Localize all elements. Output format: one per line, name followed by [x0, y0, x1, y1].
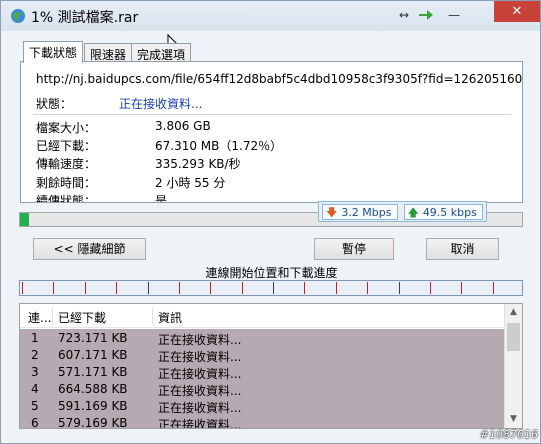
segment-marker: [461, 282, 462, 294]
row-number: 3: [31, 365, 39, 379]
connections-caption: 連線開始位置和下載進度: [205, 266, 338, 280]
download-speed-value: 3.2 Mbps: [341, 205, 392, 219]
segment-marker: [273, 282, 274, 294]
row-downloaded: 723.171 KB: [58, 331, 128, 345]
segment-marker: [493, 282, 494, 294]
row-downloaded: 591.169 KB: [58, 399, 128, 413]
row-number: 5: [31, 399, 39, 413]
table-row[interactable]: 4 664.588 KB 正在接收資料...: [20, 380, 504, 398]
separator: [33, 114, 511, 115]
segment-marker: [85, 282, 86, 294]
tab-completion-options[interactable]: 完成選項: [131, 43, 192, 62]
status-value: 正在接收資料...: [119, 97, 203, 111]
scroll-thumb[interactable]: [507, 323, 520, 351]
file-size-label: 檔案大小：: [36, 121, 97, 135]
segment-marker: [210, 282, 211, 294]
column-divider[interactable]: [152, 307, 153, 325]
row-number: 2: [31, 348, 39, 362]
upload-speed-value: 49.5 kbps: [422, 205, 477, 219]
resume-label: 續傳狀態：: [36, 194, 97, 203]
downloaded-label: 已經下載：: [36, 139, 97, 153]
column-header-info[interactable]: 資訊: [158, 309, 182, 326]
status-label: 狀態：: [36, 97, 73, 111]
upload-speed-limit[interactable]: 🡅 49.5 kbps: [403, 203, 483, 220]
progress-fill: [20, 213, 29, 226]
downloaded-value: 67.310 MB（1.72％）: [155, 139, 283, 153]
transfer-rate-value: 335.293 KB/秒: [155, 157, 241, 171]
table-row[interactable]: 2 607.171 KB 正在接收資料...: [20, 346, 504, 364]
close-button[interactable]: ✕: [494, 1, 540, 22]
list-header: 連... 已經下載 資訊: [20, 304, 504, 328]
segment-marker: [399, 282, 400, 294]
column-header-downloaded[interactable]: 已經下載: [58, 309, 106, 326]
segment-marker: [304, 282, 305, 294]
time-left-label: 剩餘時間：: [36, 176, 97, 190]
tab-download-status[interactable]: 下載狀態: [23, 41, 84, 63]
row-number: 1: [31, 331, 39, 345]
segment-marker: [148, 282, 149, 294]
pin-button[interactable]: ↔: [393, 5, 415, 25]
upload-arrow-icon: 🡅: [407, 205, 419, 219]
row-downloaded: 579.169 KB: [58, 416, 128, 429]
window-title: 1% 測試檔案.rar: [31, 10, 139, 26]
details-panel: http://nj.baidupcs.com/file/654ff12d8bab…: [20, 61, 523, 203]
file-size-value: 3.806 GB: [155, 119, 211, 133]
transfer-rate-label: 傳輸速度：: [36, 157, 97, 171]
row-downloaded: 607.171 KB: [58, 348, 128, 362]
column-header-connection[interactable]: 連...: [28, 309, 51, 326]
speed-limiter-widget[interactable]: 🡇 3.2 Mbps 🡅 49.5 kbps: [318, 201, 487, 222]
table-row[interactable]: 5 591.169 KB 正在接收資料...: [20, 397, 504, 415]
row-downloaded: 664.588 KB: [58, 382, 128, 396]
row-downloaded: 571.171 KB: [58, 365, 128, 379]
globe-icon: [11, 9, 25, 23]
scroll-down-icon[interactable]: ▼: [505, 411, 522, 428]
segment-marker: [242, 282, 243, 294]
connection-segments-bar: [19, 280, 523, 296]
table-row[interactable]: 1 723.171 KB 正在接收資料...: [20, 329, 504, 347]
tab-speed-limiter[interactable]: 限速器: [84, 43, 133, 62]
segment-marker: [179, 282, 180, 294]
list-scrollbar[interactable]: ▲ ▼: [504, 304, 522, 428]
download-url: http://nj.baidupcs.com/file/654ff12d8bab…: [36, 72, 523, 86]
download-arrow-icon[interactable]: [418, 8, 434, 22]
segment-marker: [53, 282, 54, 294]
segment-marker: [367, 282, 368, 294]
pause-button[interactable]: 暫停: [314, 238, 394, 260]
list-body: 1 723.171 KB 正在接收資料... 2 607.171 KB 正在接收…: [20, 329, 504, 429]
hide-details-button[interactable]: << 隱藏細節: [33, 238, 146, 260]
time-left-value: 2 小時 55 分: [155, 176, 226, 190]
download-arrow-icon: 🡇: [326, 205, 338, 219]
segment-marker: [430, 282, 431, 294]
download-speed-limit[interactable]: 🡇 3.2 Mbps: [322, 203, 398, 220]
minimize-button[interactable]: —: [443, 5, 465, 25]
title-bar[interactable]: 1% 測試檔案.rar ↔ — ✕: [1, 1, 540, 31]
column-divider[interactable]: [52, 307, 53, 325]
row-info: 正在接收資料...: [158, 418, 242, 429]
row-number: 6: [31, 416, 39, 429]
cancel-button[interactable]: 取消: [426, 238, 499, 260]
table-row[interactable]: 6 579.169 KB 正在接收資料...: [20, 414, 504, 429]
watermark: #1087016: [479, 428, 538, 441]
segment-marker: [22, 282, 23, 294]
scroll-up-icon[interactable]: ▲: [505, 304, 522, 321]
connections-list: 連... 已經下載 資訊 1 723.171 KB 正在接收資料... 2 60…: [19, 303, 523, 429]
table-row[interactable]: 3 571.171 KB 正在接收資料...: [20, 363, 504, 381]
segment-marker: [336, 282, 337, 294]
row-number: 4: [31, 382, 39, 396]
segment-marker: [116, 282, 117, 294]
resume-value: 是: [155, 194, 168, 203]
download-window: 1% 測試檔案.rar ↔ — ✕ 下載狀態 限速器 完成選項 http://n…: [0, 0, 541, 444]
